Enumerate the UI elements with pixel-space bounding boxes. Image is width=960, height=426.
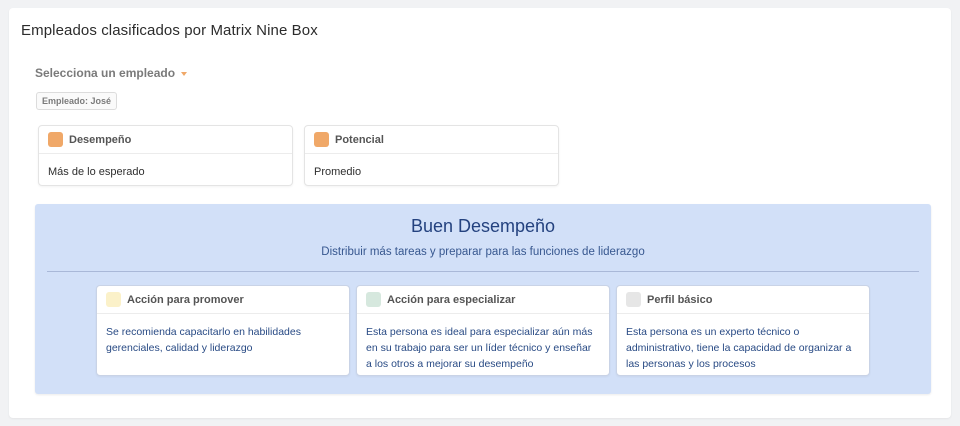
page-title: Empleados clasificados por Matrix Nine B…	[21, 22, 318, 39]
potential-card: Potencial Promedio	[304, 125, 559, 186]
basic-profile-header: Perfil básico	[617, 286, 869, 314]
performance-card: Desempeño Más de lo esperado	[38, 125, 293, 186]
potential-card-header: Potencial	[305, 126, 558, 154]
employee-selector[interactable]: Selecciona un empleado	[35, 66, 188, 80]
caret-down-icon	[181, 71, 188, 76]
performance-color-square-icon	[48, 132, 63, 147]
specialize-action-header: Acción para especializar	[357, 286, 609, 314]
specialize-action-card: Acción para especializar Esta persona es…	[356, 285, 610, 376]
specialize-action-label: Acción para especializar	[387, 293, 516, 306]
result-subtitle: Distribuir más tareas y preparar para la…	[321, 246, 645, 258]
promote-color-square-icon	[106, 292, 121, 307]
basic-profile-text: Esta persona es un experto técnico o adm…	[626, 326, 852, 370]
promote-action-card: Acción para promover Se recomienda capac…	[96, 285, 350, 376]
promote-action-text: Se recomienda capacitarlo en habilidades…	[106, 326, 301, 354]
performance-card-header: Desempeño	[39, 126, 292, 154]
basic-profile-card: Perfil básico Esta persona es un experto…	[616, 285, 870, 376]
basic-profile-color-square-icon	[626, 292, 641, 307]
potential-label: Potencial	[335, 133, 384, 146]
promote-action-header: Acción para promover	[97, 286, 349, 314]
divider	[47, 271, 919, 272]
potential-value: Promedio	[314, 166, 362, 178]
result-title: Buen Desempeño	[410, 216, 556, 236]
employee-selector-label: Selecciona un empleado	[35, 66, 176, 80]
employee-tag: Empleado: José	[36, 92, 118, 110]
performance-label: Desempeño	[69, 133, 132, 146]
promote-action-label: Acción para promover	[127, 293, 244, 306]
potential-color-square-icon	[314, 132, 329, 147]
specialize-action-text: Esta persona es ideal para especializar …	[366, 326, 593, 370]
result-band: Buen Desempeño Distribuir más tareas y p…	[35, 204, 931, 394]
basic-profile-label: Perfil básico	[647, 293, 713, 306]
performance-value: Más de lo esperado	[48, 166, 145, 178]
specialize-color-square-icon	[366, 292, 381, 307]
nine-box-panel: Empleados clasificados por Matrix Nine B…	[9, 8, 951, 418]
